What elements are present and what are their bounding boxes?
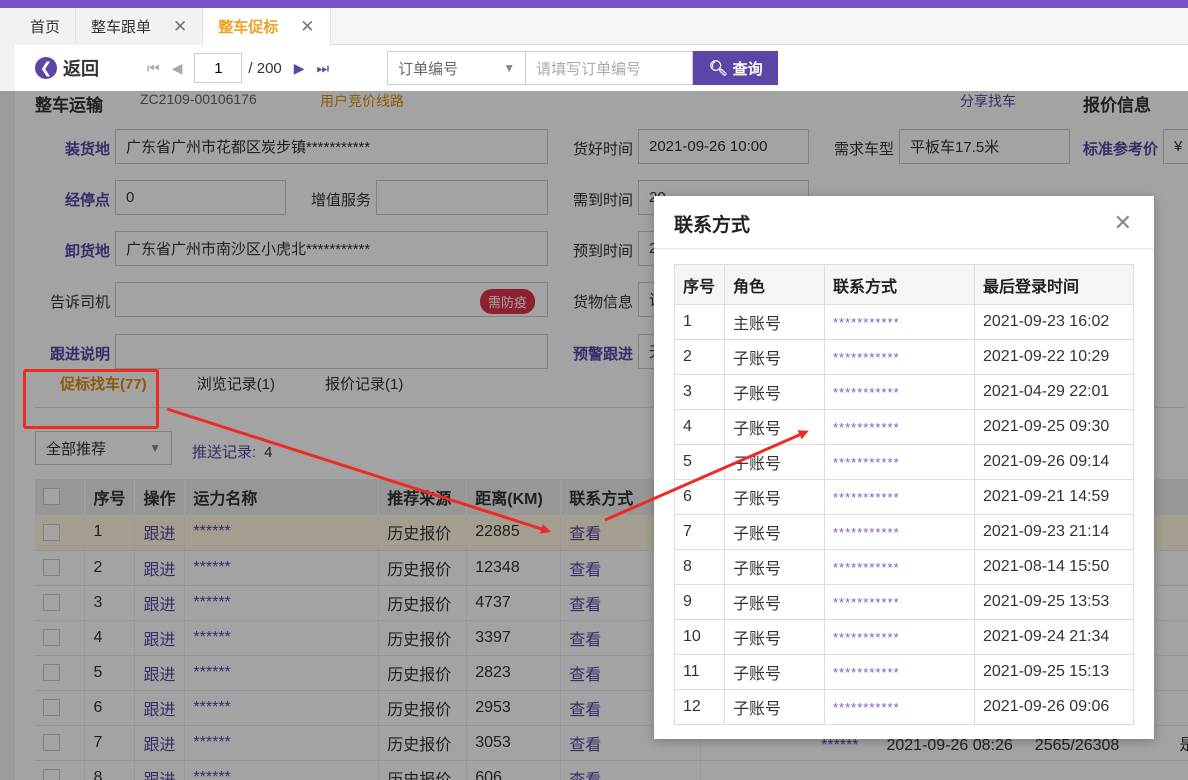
tab-order-tracking[interactable]: 整车跟单 ✕ — [76, 8, 204, 45]
query-button[interactable]: 🔍︎ 查询 — [693, 51, 779, 85]
contact-index: 3 — [674, 374, 725, 410]
tab-label: 首页 — [30, 19, 61, 36]
contact-phone: *********** — [824, 549, 975, 585]
page-input[interactable] — [194, 53, 243, 83]
contact-index: 8 — [674, 549, 725, 585]
contact-phone: *********** — [824, 619, 975, 655]
order-search-input[interactable]: 请填写订单编号 — [526, 51, 694, 85]
table-row: 11 子账号 *********** 2021-09-25 15:13 — [674, 654, 1134, 690]
close-icon[interactable]: ✕ — [300, 17, 314, 37]
contact-phone: *********** — [824, 584, 975, 620]
table-row: 12 子账号 *********** 2021-09-26 09:06 — [674, 689, 1134, 725]
contact-phone: *********** — [824, 409, 975, 445]
tab-label: 整车跟单 — [91, 19, 152, 36]
tab-bar: 首页 整车跟单 ✕ 整车促标 ✕ — [15, 8, 1188, 45]
col-header: 序号 — [674, 264, 725, 305]
last-login-time: 2021-09-23 16:02 — [974, 304, 1134, 340]
back-button[interactable]: ❮ 返回 — [35, 55, 99, 81]
last-login-time: 2021-09-26 09:06 — [974, 689, 1134, 725]
contact-index: 9 — [674, 584, 725, 620]
contact-role: 子账号 — [724, 409, 825, 445]
contact-phone: *********** — [824, 514, 975, 550]
contact-role: 子账号 — [724, 654, 825, 690]
contact-role: 子账号 — [724, 339, 825, 375]
contact-index: 5 — [674, 444, 725, 480]
last-login-time: 2021-09-22 10:29 — [974, 339, 1134, 375]
contact-role: 子账号 — [724, 549, 825, 585]
caret-down-icon: ▼ — [503, 61, 516, 75]
contact-modal: 联系方式 ✕ 序号 角色 联系方式 最后登录时间 1 主账号 ***********… — [654, 196, 1154, 739]
contact-phone: *********** — [824, 444, 975, 480]
contact-phone: *********** — [824, 304, 975, 340]
contact-index: 7 — [674, 514, 725, 550]
toolbar: ❮ 返回 ⏮ ◀ / 200 ▶ ⏭ 订单编号 ▼ 请填写订单编号 🔍︎ 查询 — [15, 45, 1188, 91]
contact-index: 4 — [674, 409, 725, 445]
table-row: 1 主账号 *********** 2021-09-23 16:02 — [674, 304, 1134, 340]
contact-index: 12 — [674, 689, 725, 725]
page-total: / 200 — [248, 59, 282, 77]
contact-table: 序号 角色 联系方式 最后登录时间 1 主账号 *********** 2021-09… — [674, 264, 1134, 725]
search-icon: 🔍︎ — [708, 60, 728, 77]
table-row: 6 子账号 *********** 2021-09-21 14:59 — [674, 479, 1134, 515]
contact-index: 2 — [674, 339, 725, 375]
table-row: 5 子账号 *********** 2021-09-26 09:14 — [674, 444, 1134, 480]
contact-role: 子账号 — [724, 619, 825, 655]
contact-role: 子账号 — [724, 689, 825, 725]
last-login-time: 2021-08-14 15:50 — [974, 549, 1134, 585]
col-header: 最后登录时间 — [974, 264, 1134, 305]
pager: ⏮ ◀ / 200 ▶ ⏭ — [141, 53, 335, 83]
close-icon[interactable]: ✕ — [173, 17, 187, 37]
last-page-icon[interactable]: ⏭ — [317, 60, 330, 77]
last-login-time: 2021-04-29 22:01 — [974, 374, 1134, 410]
contact-role: 子账号 — [724, 444, 825, 480]
contact-phone: *********** — [824, 689, 975, 725]
contact-index: 11 — [674, 654, 725, 690]
search-type-select[interactable]: 订单编号 ▼ — [387, 51, 527, 85]
last-login-time: 2021-09-25 09:30 — [974, 409, 1134, 445]
close-icon[interactable]: ✕ — [1114, 210, 1132, 236]
tab-home[interactable]: 首页 — [15, 8, 77, 45]
back-label: 返回 — [63, 59, 99, 79]
prev-page-icon[interactable]: ◀ — [172, 60, 183, 77]
search-type-value: 订单编号 — [398, 60, 459, 78]
first-page-icon[interactable]: ⏮ — [147, 60, 160, 77]
contact-role: 子账号 — [724, 584, 825, 620]
query-label: 查询 — [732, 60, 763, 78]
last-login-time: 2021-09-21 14:59 — [974, 479, 1134, 515]
col-header: 角色 — [724, 264, 825, 305]
tab-bid-promotion[interactable]: 整车促标 ✕ — [203, 8, 331, 45]
tab-label: 整车促标 — [218, 19, 279, 36]
contact-phone: *********** — [824, 374, 975, 410]
last-login-time: 2021-09-26 09:14 — [974, 444, 1134, 480]
top-accent-bar — [0, 0, 1188, 8]
modal-title: 联系方式 — [674, 215, 751, 236]
table-row: 9 子账号 *********** 2021-09-25 13:53 — [674, 584, 1134, 620]
contact-role: 主账号 — [724, 304, 825, 340]
table-row: 3 子账号 *********** 2021-04-29 22:01 — [674, 374, 1134, 410]
contact-index: 6 — [674, 479, 725, 515]
last-login-time: 2021-09-24 21:34 — [974, 619, 1134, 655]
table-row: 7 子账号 *********** 2021-09-23 21:14 — [674, 514, 1134, 550]
contact-role: 子账号 — [724, 514, 825, 550]
annotation-highlight-box — [23, 369, 159, 429]
arrow-left-icon: ❮ — [35, 57, 57, 79]
col-header: 联系方式 — [824, 264, 975, 305]
table-row: 8 子账号 *********** 2021-08-14 15:50 — [674, 549, 1134, 585]
contact-phone: *********** — [824, 479, 975, 515]
last-login-time: 2021-09-25 15:13 — [974, 654, 1134, 690]
table-row: 2 子账号 *********** 2021-09-22 10:29 — [674, 339, 1134, 375]
contact-role: 子账号 — [724, 479, 825, 515]
contact-role: 子账号 — [724, 374, 825, 410]
last-login-time: 2021-09-25 13:53 — [974, 584, 1134, 620]
table-row: 10 子账号 *********** 2021-09-24 21:34 — [674, 619, 1134, 655]
divider — [654, 248, 1154, 249]
next-page-icon[interactable]: ▶ — [294, 60, 305, 77]
contact-phone: *********** — [824, 339, 975, 375]
contact-index: 10 — [674, 619, 725, 655]
contact-phone: *********** — [824, 654, 975, 690]
table-row: 4 子账号 *********** 2021-09-25 09:30 — [674, 409, 1134, 445]
last-login-time: 2021-09-23 21:14 — [974, 514, 1134, 550]
contact-index: 1 — [674, 304, 725, 340]
